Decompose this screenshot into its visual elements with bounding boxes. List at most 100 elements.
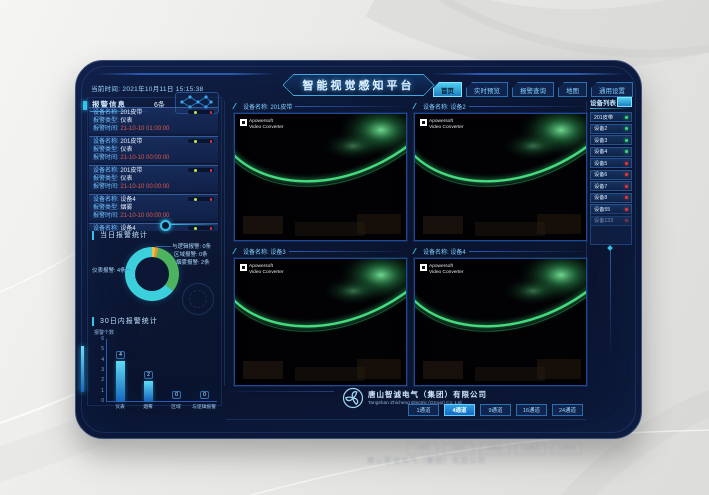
watermark-line2: Video Converter — [429, 125, 464, 130]
alarm-list: 设备名称: 201皮带 报警类型: 仪表 报警时间: 21-10-10 01:0… — [89, 107, 218, 231]
bar-column: 0 — [199, 391, 210, 401]
watermark-line1: Apowersoft — [429, 119, 453, 124]
watermark-logo-icon — [240, 264, 247, 271]
video-watermark: ApowersoftVideo Converter — [240, 119, 284, 130]
device-row[interactable]: 201皮带 — [590, 112, 632, 122]
footer-deco-line — [226, 391, 334, 392]
reflection-company: 唐山智诚电气（集团）有限公司 — [367, 455, 486, 466]
alarm-card[interactable]: 设备名称: 设备4 报警类型: 烟雾 报警时间: 21-10-10 00:00:… — [89, 194, 218, 221]
alarm-device-value: 201皮带 — [120, 110, 142, 116]
header-line — [469, 251, 585, 252]
alarm-time-value: 21-10-10 00:00:00 — [120, 184, 169, 190]
video-panel-header: 设备名称: 设备4 — [414, 246, 585, 256]
channel-button-16[interactable]: 16通道 — [516, 404, 547, 416]
alarm-type-value: 仪表 — [120, 176, 132, 182]
slash-deco-icon — [412, 103, 421, 109]
alarm-card[interactable]: 设备名称: 201皮带 报警类型: 仪表 报警时间: 21-10-10 00:0… — [89, 165, 218, 192]
bar-column: 0 — [171, 391, 182, 401]
video-feed-2[interactable]: ApowersoftVideo Converter — [414, 113, 587, 241]
device-list: 201皮带 设备2 设备3 设备4 设备5 设备6 设备7 设备8 设备55 设… — [590, 112, 632, 226]
bar-value-badge: 2 — [144, 371, 153, 379]
callout-connector — [120, 269, 130, 270]
y-tick: 1 — [95, 388, 104, 394]
alarm-severity-indicator — [188, 197, 214, 201]
bar-column: 2 — [143, 371, 154, 401]
y-tick: 2 — [95, 377, 104, 383]
device-list-empty-box — [590, 213, 632, 245]
slash-deco-icon — [412, 248, 421, 254]
video-title: 设备名称: 201皮带 — [243, 102, 292, 111]
watermark-line1: Apowersoft — [249, 264, 273, 269]
device-row[interactable]: 设备2 — [590, 124, 632, 134]
video-panel-header: 设备名称: 设备2 — [414, 101, 585, 111]
channel-button-4[interactable]: 4通道 — [444, 404, 475, 416]
device-name: 201皮带 — [594, 114, 613, 121]
channel-button-1[interactable]: 1通道 — [408, 404, 439, 416]
device-status-dot — [625, 116, 628, 119]
panel-reflection: 1通道4通道9通道16通道24通道 唐山智诚电气（集团）有限公司 — [75, 441, 640, 491]
channel-button-9[interactable]: 9通道 — [480, 404, 511, 416]
y-tick: 6 — [95, 336, 104, 342]
alarm-type-label: 报警类型: — [93, 176, 119, 182]
company-logo — [342, 387, 364, 409]
alarm-time-label: 报警时间: — [93, 155, 119, 161]
reflection-channels: 1通道4通道9通道16通道24通道 — [407, 443, 582, 455]
bar — [116, 361, 125, 401]
bar-x-label: 烟雾 — [133, 403, 163, 410]
device-status-dot — [625, 196, 628, 199]
nav-tab-map[interactable]: 地图 — [558, 82, 587, 97]
slash-deco-icon — [232, 103, 241, 109]
watermark-logo-icon — [420, 119, 427, 126]
y-tick: 0 — [95, 398, 104, 404]
device-name: 设备5 — [594, 160, 607, 167]
device-row[interactable]: 设备6 — [590, 170, 632, 180]
device-row[interactable]: 设备5 — [590, 158, 632, 168]
nav-tab-live-preview[interactable]: 实时预览 — [466, 82, 508, 97]
watermark-emblem — [182, 283, 214, 315]
alarm-card[interactable]: 设备名称: 201皮带 报警类型: 仪表 报警时间: 21-10-10 00:0… — [89, 136, 218, 163]
video-title: 设备名称: 设备4 — [423, 247, 466, 256]
nav-tab-home[interactable]: 首页 — [433, 82, 462, 97]
left-scrollbar[interactable] — [81, 346, 84, 392]
bar-value-badge: 0 — [172, 391, 181, 399]
device-row[interactable]: 设备8 — [590, 193, 632, 203]
device-status-dot — [625, 162, 628, 165]
bar-chart-ylabel: 报警个数 — [94, 329, 114, 336]
watermark-logo-icon — [420, 264, 427, 271]
device-search-button[interactable] — [617, 97, 632, 107]
page-title: 智能视觉感知平台 — [284, 75, 434, 95]
device-name: 设备55 — [594, 206, 610, 213]
watermark-logo-icon — [240, 119, 247, 126]
video-feed-4[interactable]: ApowersoftVideo Converter — [414, 258, 587, 386]
donut-chart — [125, 247, 179, 301]
device-name: 设备6 — [594, 171, 607, 178]
nav-tab-alarm-query[interactable]: 报警查询 — [512, 82, 554, 97]
dashboard-panel: 当前时间: 2021年10月11日 15:15:38 智能视觉感知平台 首页 实… — [75, 60, 642, 439]
channel-button-24[interactable]: 24通道 — [552, 404, 583, 416]
device-name: 设备8 — [594, 194, 607, 201]
video-panel-header: 设备名称: 201皮带 — [234, 101, 405, 111]
video-feed-1[interactable]: ApowersoftVideo Converter — [234, 113, 407, 241]
device-row[interactable]: 设备7 — [590, 181, 632, 191]
left-accent-tab — [83, 101, 87, 110]
video-watermark: ApowersoftVideo Converter — [240, 264, 284, 275]
device-status-dot — [625, 208, 628, 211]
y-tick: 5 — [95, 346, 104, 352]
bar-x-label: 与逻辑报警 — [189, 403, 219, 410]
header-line — [295, 106, 405, 107]
video-feed-3[interactable]: ApowersoftVideo Converter — [234, 258, 407, 386]
alarm-time-label: 报警时间: — [93, 213, 119, 219]
device-row[interactable]: 设备4 — [590, 147, 632, 157]
bar-value-badge: 4 — [116, 351, 125, 359]
device-row[interactable]: 设备3 — [590, 135, 632, 145]
alarm-device-value: 201皮带 — [120, 168, 142, 174]
video-panel-header: 设备名称: 设备3 — [234, 246, 405, 256]
y-tick: 4 — [95, 357, 104, 363]
watermark-line2: Video Converter — [429, 270, 464, 275]
title-banner: 智能视觉感知平台 — [283, 74, 435, 96]
nav-tab-settings[interactable]: 通用设置 — [591, 82, 633, 97]
alarm-card[interactable]: 设备名称: 201皮带 报警类型: 仪表 报警时间: 21-10-10 01:0… — [89, 107, 218, 134]
bar-value-badge: 0 — [200, 391, 209, 399]
bar-x-label: 区域 — [161, 403, 191, 410]
alarm-device-value: 201皮带 — [120, 139, 142, 145]
